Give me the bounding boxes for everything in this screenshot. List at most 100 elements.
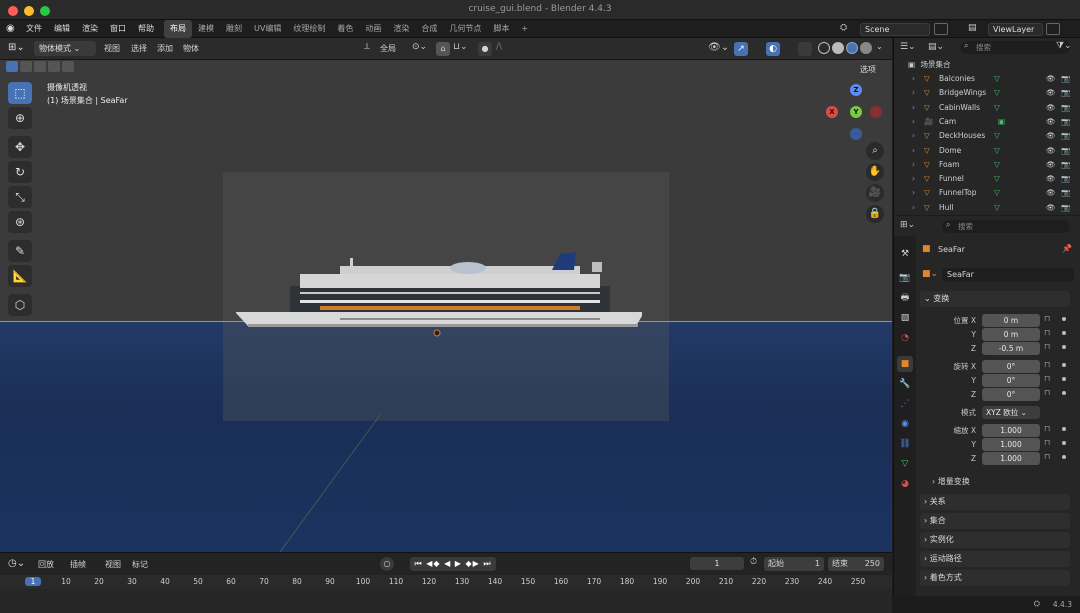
mesh-data-icon[interactable]: ▽	[994, 172, 1000, 186]
outliner-root[interactable]: ▣ 场景集合	[894, 58, 1080, 72]
delta-transform-header[interactable]: › 增量变换	[932, 475, 1070, 489]
pivot-point-icon[interactable]: ⊙⌄	[412, 42, 427, 52]
outliner-editor-type-icon[interactable]: ☰⌄	[900, 42, 916, 52]
menu-select[interactable]: 选择	[131, 43, 147, 54]
lock-icon[interactable]: ⊓	[1044, 314, 1050, 323]
shading-solid-icon[interactable]	[832, 42, 844, 54]
object-name-field[interactable]: SeaFar	[942, 268, 1074, 282]
shading-rendered-icon[interactable]	[860, 42, 872, 54]
eye-icon[interactable]: 👁	[1046, 144, 1056, 158]
rotation-mode-dropdown[interactable]: XYZ 欧拉 ⌄	[982, 406, 1040, 419]
snap-icon[interactable]: ⌂	[436, 42, 450, 56]
eye-icon[interactable]: 👁	[1046, 72, 1056, 86]
tab-sculpting[interactable]: 雕刻	[220, 20, 248, 38]
select-extend-icon[interactable]	[20, 61, 32, 72]
material-tab-icon[interactable]: ◕	[897, 476, 913, 492]
scene-selector[interactable]: Scene	[860, 23, 930, 36]
lock-icon[interactable]: ⊓	[1044, 328, 1050, 337]
lock-icon[interactable]: ⊓	[1044, 360, 1050, 369]
tab-geometry-nodes[interactable]: 几何节点	[443, 20, 487, 38]
move-tool-icon[interactable]: ✥	[8, 136, 32, 158]
constraints-tab-icon[interactable]: ⛓	[897, 436, 913, 452]
tab-compositing[interactable]: 合成	[415, 20, 443, 38]
render-camera-icon[interactable]: 📷	[1061, 115, 1070, 129]
outliner-row[interactable]: › ▽ DeckHouses ▽ 👁 📷	[894, 129, 1080, 143]
select-subtract-icon[interactable]	[34, 61, 46, 72]
rotation-y-field[interactable]: 0°	[982, 374, 1040, 387]
proportional-editing-icon[interactable]: ●	[478, 42, 492, 56]
keyframe-dot-icon[interactable]	[1062, 391, 1066, 395]
options-button[interactable]: 选项	[855, 62, 881, 77]
keyframe-dot-icon[interactable]	[1062, 427, 1066, 431]
menu-window[interactable]: 窗口	[104, 20, 132, 38]
xray-toggle-icon[interactable]	[798, 42, 812, 56]
camera-data-icon[interactable]: ▣	[998, 115, 1005, 129]
menu-add[interactable]: 添加	[157, 43, 173, 54]
outliner-row[interactable]: › ▽ Dome ▽ 👁 📷	[894, 144, 1080, 158]
gizmo-neg-x-axis[interactable]	[870, 106, 882, 118]
start-frame-field[interactable]: 起始 1	[764, 557, 824, 571]
menu-help[interactable]: 帮助	[132, 20, 160, 38]
measure-tool-icon[interactable]: 📐	[8, 265, 32, 287]
transform-section-header[interactable]: ⌄ 变换	[920, 291, 1070, 307]
select-invert-icon[interactable]	[48, 61, 60, 72]
lock-icon[interactable]: ⊓	[1044, 388, 1050, 397]
cursor-tool-icon[interactable]: ⊕	[8, 107, 32, 129]
eye-icon[interactable]: 👁	[1046, 201, 1056, 215]
expand-chevron-icon[interactable]: ›	[912, 101, 915, 115]
tab-texture-paint[interactable]: 纹理绘制	[287, 20, 331, 38]
expand-chevron-icon[interactable]: ›	[912, 129, 915, 143]
shading-section-header[interactable]: › 着色方式	[920, 570, 1070, 586]
keyframe-dot-icon[interactable]	[1062, 377, 1066, 381]
lock-icon[interactable]: ⊓	[1044, 342, 1050, 351]
outliner-search-input[interactable]: 搜索	[960, 41, 1070, 54]
rotate-tool-icon[interactable]: ↻	[8, 161, 32, 183]
transform-orientation-selector[interactable]: 全局	[380, 43, 396, 54]
filter-icon[interactable]: ⧩⌄	[1056, 41, 1072, 51]
snap-target-icon[interactable]: ⊔⌄	[453, 42, 468, 52]
expand-chevron-icon[interactable]: ›	[912, 158, 915, 172]
navigation-gizmo[interactable]: Z Y X	[826, 82, 886, 142]
mesh-data-icon[interactable]: ▽	[994, 101, 1000, 115]
auto-keying-icon[interactable]: ○	[380, 557, 394, 571]
lock-icon[interactable]: ⊓	[1044, 438, 1050, 447]
add-cube-tool-icon[interactable]: ⬡	[8, 294, 32, 316]
camera-view-icon[interactable]: 🎥	[866, 184, 884, 202]
object-tab-icon[interactable]: ■	[897, 356, 913, 372]
motion-paths-section-header[interactable]: › 运动路径	[920, 551, 1070, 567]
outliner-row[interactable]: › ▽ FunnelTop ▽ 👁 📷	[894, 186, 1080, 200]
menu-timeline-view[interactable]: 视图	[105, 559, 121, 570]
3d-viewport[interactable]: 摄像机透视 (1) 场景集合 | SeaFar 选项 ⬚ ⊕ ✥ ↻ ⤡ ⊛ ✎…	[0, 60, 892, 552]
render-camera-icon[interactable]: 📷	[1061, 72, 1070, 86]
shading-options-icon[interactable]: ⌄	[876, 42, 883, 51]
tab-scripting[interactable]: 脚本	[487, 20, 515, 38]
object-datablock-icon[interactable]: ■⌄	[922, 269, 938, 279]
shading-wireframe-icon[interactable]	[818, 42, 830, 54]
gizmo-neg-z-axis[interactable]	[850, 128, 862, 140]
render-camera-icon[interactable]: 📷	[1061, 186, 1070, 200]
keyframe-dot-icon[interactable]	[1062, 455, 1066, 459]
scene-tab-icon[interactable]: ◔	[897, 330, 913, 346]
select-box-mode-icon[interactable]	[6, 61, 18, 72]
menu-object[interactable]: 物体	[183, 43, 199, 54]
mesh-data-icon[interactable]: ▽	[994, 201, 1000, 215]
outliner-row[interactable]: › ▽ Funnel ▽ 👁 📷	[894, 172, 1080, 186]
menu-file[interactable]: 文件	[20, 20, 48, 38]
eye-icon[interactable]: 👁	[1046, 186, 1056, 200]
mesh-data-icon[interactable]: ▽	[994, 158, 1000, 172]
pin-icon[interactable]: 📌	[1062, 244, 1072, 253]
scale-tool-icon[interactable]: ⤡	[8, 186, 32, 208]
menu-keying[interactable]: 插帧	[70, 559, 86, 570]
mesh-data-icon[interactable]: ▽	[994, 129, 1000, 143]
outliner-row[interactable]: › ▽ CabinWalls ▽ 👁 📷	[894, 101, 1080, 115]
eye-icon[interactable]: 👁	[1046, 129, 1056, 143]
new-scene-icon[interactable]	[934, 23, 948, 35]
pan-hand-icon[interactable]: ✋	[866, 163, 884, 181]
expand-chevron-icon[interactable]: ›	[912, 86, 915, 100]
render-camera-icon[interactable]: 📷	[1061, 158, 1070, 172]
preview-range-icon[interactable]: ⏱	[750, 557, 757, 567]
expand-chevron-icon[interactable]: ›	[912, 186, 915, 200]
expand-chevron-icon[interactable]: ›	[912, 144, 915, 158]
editor-type-icon[interactable]: ⊞⌄	[8, 42, 30, 56]
select-intersect-icon[interactable]	[62, 61, 74, 72]
